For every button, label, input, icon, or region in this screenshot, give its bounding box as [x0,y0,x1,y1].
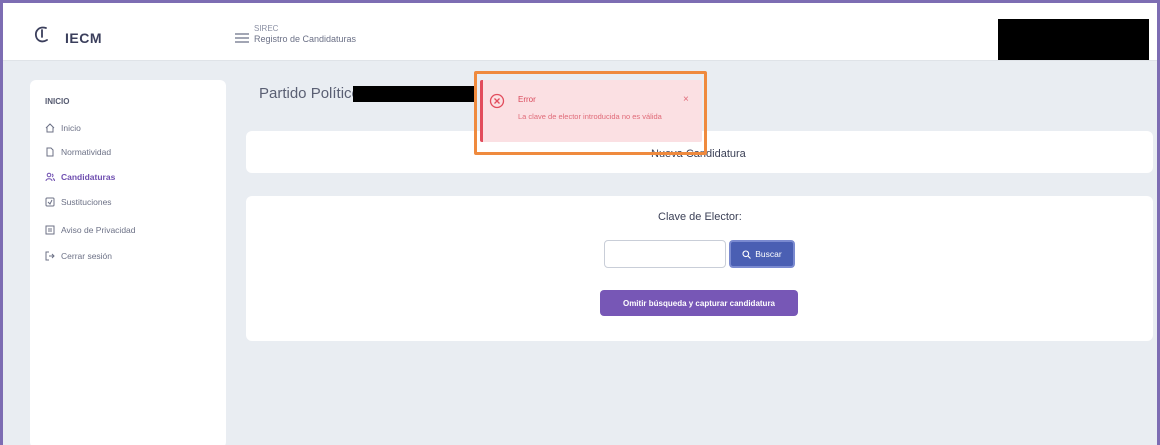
sidebar-item-normatividad[interactable]: Normatividad [45,144,111,160]
sidebar-item-label: Cerrar sesión [61,251,113,261]
logo-text: IECM [65,30,102,46]
sidebar-section-title: INICIO [45,97,70,106]
search-button[interactable]: Buscar [729,240,795,268]
sidebar-item-inicio[interactable]: Inicio [45,120,81,136]
sidebar-item-label: Sustituciones [61,197,112,207]
clave-elector-label: Clave de Elector: [658,211,742,223]
document-icon [45,147,55,157]
swap-icon [45,197,55,207]
sidebar-item-aviso-privacidad[interactable]: Aviso de Privacidad [45,222,136,238]
highlight-annotation [474,71,707,155]
sidebar-item-label: Aviso de Privacidad [61,225,136,235]
omit-search-button[interactable]: Omitir búsqueda y capturar candidatura [600,290,798,316]
app-title-line1: SIREC [254,24,279,33]
clave-elector-input[interactable] [604,240,726,268]
top-navbar: IECM SIREC Registro de Candidaturas [3,3,1157,61]
sidebar-item-label: Inicio [61,123,81,133]
sidebar-item-label: Normatividad [61,147,112,157]
privacy-icon [45,225,55,235]
search-button-label: Buscar [755,249,782,259]
search-icon [742,249,752,259]
sidebar-item-sustituciones[interactable]: Sustituciones [45,194,112,210]
party-name-redacted [353,86,475,102]
party-label: Partido Político: [259,85,365,102]
users-icon [45,172,55,182]
app-title: SIREC Registro de Candidaturas [254,23,356,45]
user-menu-redacted[interactable] [998,19,1149,60]
sidebar-item-label: Candidaturas [61,172,116,182]
app-frame: IECM SIREC Registro de Candidaturas INIC… [0,0,1160,445]
logout-icon [45,251,55,261]
home-icon [45,123,55,133]
app-title-line2: Registro de Candidaturas [254,34,357,44]
iecm-logo-icon [33,25,51,45]
sidebar-item-cerrar-sesion[interactable]: Cerrar sesión [45,248,112,264]
sidebar-item-candidaturas[interactable]: Candidaturas [45,169,115,185]
hamburger-menu-icon[interactable] [235,30,249,43]
